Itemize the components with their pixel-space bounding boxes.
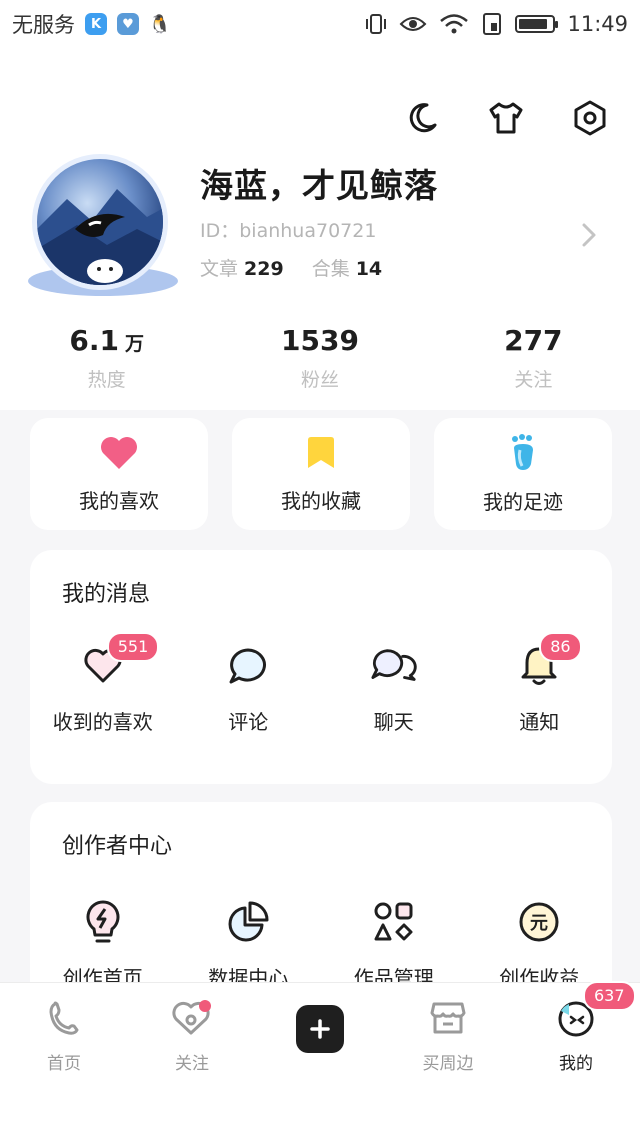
bottom-tab-bar: 首页 关注 买周边 637 我的 xyxy=(0,981,640,1138)
hexagon-settings-icon[interactable] xyxy=(570,98,610,138)
received-likes-button[interactable]: 551 收到的喜欢 xyxy=(30,632,176,735)
profile-id: ID：bianhua70721 xyxy=(200,220,377,242)
plus-icon xyxy=(310,1019,330,1039)
yuan-coin-icon: 元 xyxy=(519,902,559,942)
stat-following-label: 关注 xyxy=(514,369,553,391)
stat-following[interactable]: 277 关注 xyxy=(427,324,640,392)
quick-actions: 我的喜欢 我的收藏 我的足迹 xyxy=(30,418,612,530)
chat-button[interactable]: 聊天 xyxy=(321,642,467,735)
my-footprints-label: 我的足迹 xyxy=(483,489,563,514)
app-k-icon: K xyxy=(85,13,107,35)
profile-name: 海蓝，才见鲸落 xyxy=(200,166,438,205)
footprint-icon xyxy=(512,433,533,470)
tab-follow-label: 关注 xyxy=(175,1054,209,1074)
carrier-text: 无服务 xyxy=(12,13,75,37)
messages-card: 我的消息 551 收到的喜欢 评论 聊天 86 通知 xyxy=(30,550,612,784)
chevron-right-icon[interactable] xyxy=(578,220,600,250)
works-manage-button[interactable]: 作品管理 xyxy=(321,898,467,991)
tab-follow[interactable]: 关注 xyxy=(142,995,242,1074)
pie-chart-icon xyxy=(228,901,269,942)
tab-me-label: 我的 xyxy=(559,1054,593,1074)
tab-home-label: 首页 xyxy=(47,1054,81,1074)
creator-earnings-button[interactable]: 元 创作收益 xyxy=(467,898,613,991)
stat-following-value: 277 xyxy=(504,324,563,357)
follow-heart-icon xyxy=(172,1000,211,1035)
tab-me-badge: 637 xyxy=(583,981,636,1011)
stat-heat-value: 6.1 xyxy=(69,324,119,357)
publish-button[interactable] xyxy=(296,1005,344,1053)
comment-bubble-icon xyxy=(229,648,267,684)
svg-text:元: 元 xyxy=(530,913,548,934)
received-likes-label: 收到的喜欢 xyxy=(52,710,153,734)
app-health-icon: ♥ xyxy=(117,13,139,35)
profile-stats: 6.1 万 热度 1539 粉丝 277 关注 xyxy=(0,324,640,392)
lightbulb-icon xyxy=(86,900,120,943)
notifications-label: 通知 xyxy=(519,710,560,734)
stat-heat-label: 热度 xyxy=(87,369,126,391)
stat-fans[interactable]: 1539 粉丝 xyxy=(213,324,426,392)
received-likes-badge: 551 xyxy=(106,632,160,662)
my-likes-button[interactable]: 我的喜欢 xyxy=(30,418,208,530)
moon-icon[interactable] xyxy=(402,98,442,138)
clock-text: 11:49 xyxy=(567,12,628,36)
notifications-button[interactable]: 86 通知 xyxy=(467,632,613,735)
collections-label: 合集 xyxy=(311,258,350,280)
home-icon xyxy=(49,1001,79,1035)
tab-me[interactable]: 637 我的 xyxy=(526,981,636,1074)
comments-label: 评论 xyxy=(228,710,269,734)
vibrate-icon xyxy=(366,14,387,34)
tab-home[interactable]: 首页 xyxy=(14,995,114,1074)
battery-level xyxy=(519,19,547,29)
wifi-icon xyxy=(440,14,469,34)
tab-shop[interactable]: 买周边 xyxy=(398,995,498,1074)
stat-heat[interactable]: 6.1 万 热度 xyxy=(0,324,213,392)
profile-header: 海蓝，才见鲸落 ID：bianhua70721 文章 229 合集 14 6.1 万 … xyxy=(0,48,640,410)
articles-count: 229 xyxy=(244,258,284,280)
comments-button[interactable]: 评论 xyxy=(176,642,322,735)
stat-fans-label: 粉丝 xyxy=(300,369,339,391)
my-footprints-button[interactable]: 我的足迹 xyxy=(434,418,612,530)
my-likes-label: 我的喜欢 xyxy=(79,488,159,513)
eye-icon xyxy=(400,17,427,31)
chat-bubbles-icon xyxy=(371,649,417,681)
creator-home-button[interactable]: 创作首页 xyxy=(30,898,176,991)
tshirt-icon[interactable] xyxy=(486,98,526,138)
collections-stat[interactable]: 合集 14 xyxy=(312,254,382,281)
stat-heat-unit: 万 xyxy=(124,333,144,355)
articles-stat[interactable]: 文章 229 xyxy=(200,254,284,281)
heart-icon xyxy=(101,436,137,469)
my-favorites-label: 我的收藏 xyxy=(281,488,361,513)
chat-label: 聊天 xyxy=(373,710,414,734)
collections-count: 14 xyxy=(355,258,383,280)
creator-title: 创作者中心 xyxy=(62,834,173,859)
shapes-grid-icon xyxy=(374,902,413,941)
tab-shop-label: 买周边 xyxy=(422,1054,474,1074)
battery-icon xyxy=(515,15,559,33)
my-favorites-button[interactable]: 我的收藏 xyxy=(232,418,410,530)
avatar[interactable] xyxy=(20,148,182,300)
bookmark-icon xyxy=(308,436,334,468)
messages-row: 551 收到的喜欢 评论 聊天 86 通知 xyxy=(30,632,613,735)
stat-fans-value: 1539 xyxy=(281,324,359,357)
notifications-badge: 86 xyxy=(539,632,582,662)
articles-label: 文章 xyxy=(200,258,239,280)
qq-icon: 🐧 xyxy=(148,13,172,35)
profile-counts: 文章 229 合集 14 xyxy=(200,254,382,281)
shop-icon xyxy=(430,1002,466,1034)
creator-row: 创作首页 数据中心 作品管理 元 创作收益 xyxy=(30,898,612,991)
status-bar: 无服务 K ♥ 🐧 11:49 xyxy=(0,0,640,48)
data-center-button[interactable]: 数据中心 xyxy=(176,898,322,991)
sim-card-icon xyxy=(483,13,502,35)
messages-title: 我的消息 xyxy=(62,582,151,607)
header-actions xyxy=(402,98,610,138)
gesture-area xyxy=(0,1079,640,1138)
